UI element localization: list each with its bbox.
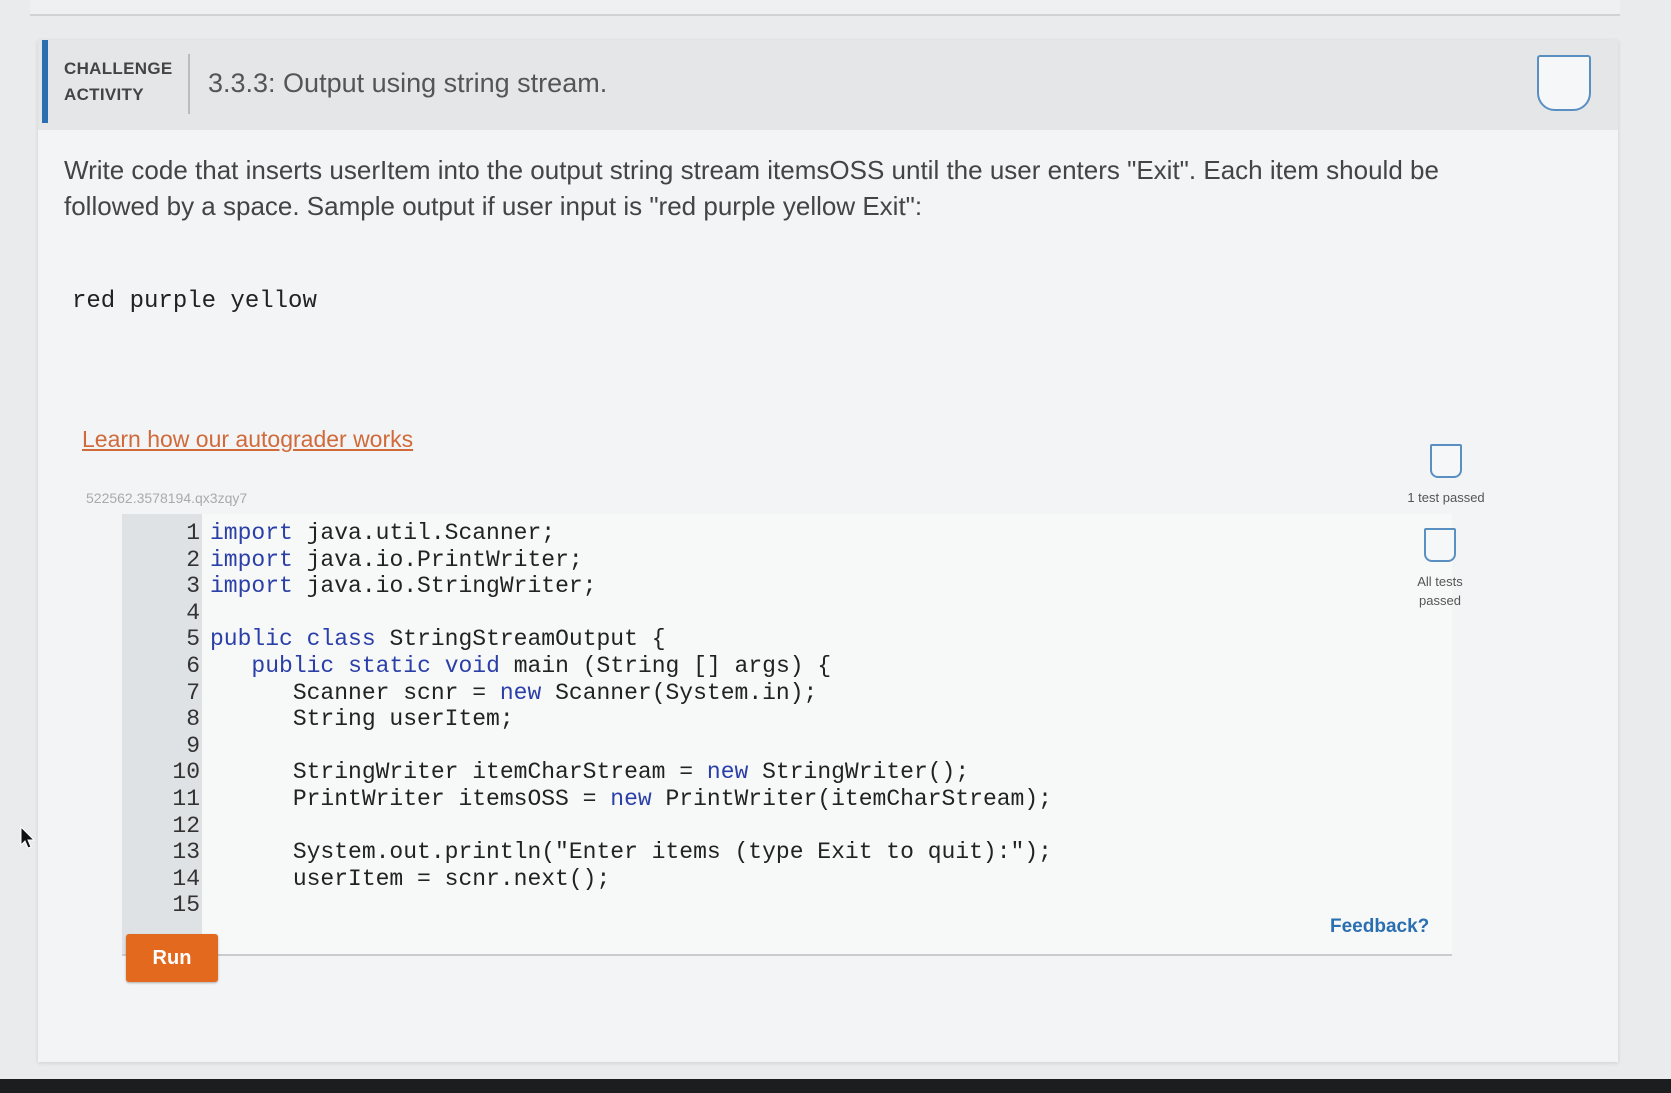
one-test-status-icon: [1430, 444, 1462, 478]
activity-prompt: Write code that inserts userItem into th…: [64, 155, 1439, 221]
code-text[interactable]: import java.io.PrintWriter;: [210, 547, 583, 574]
code-text[interactable]: PrintWriter itemsOSS = new PrintWriter(i…: [210, 786, 1052, 813]
one-test-status-label: 1 test passed: [1407, 490, 1485, 505]
line-number: 15: [172, 892, 200, 919]
code-text[interactable]: String userItem;: [210, 706, 514, 733]
code-text[interactable]: import java.io.StringWriter;: [210, 573, 596, 600]
code-line[interactable]: 10 StringWriter itemCharStream = new Str…: [122, 759, 1422, 786]
code-line[interactable]: 12: [122, 813, 1422, 840]
code-text[interactable]: public static void main (String [] args)…: [210, 653, 831, 680]
code-text[interactable]: userItem = scnr.next();: [210, 866, 610, 893]
code-text[interactable]: System.out.println("Enter items (type Ex…: [210, 839, 1052, 866]
line-number: 5: [186, 626, 200, 653]
code-line[interactable]: 14 userItem = scnr.next();: [122, 866, 1422, 893]
completion-status-icon: [1537, 55, 1591, 111]
code-text[interactable]: public class StringStreamOutput {: [210, 626, 666, 653]
line-number: 14: [172, 865, 200, 892]
line-number: 4: [186, 599, 200, 626]
line-number: 3: [186, 573, 200, 600]
code-line[interactable]: 8 String userItem;: [122, 706, 1422, 733]
code-text[interactable]: StringWriter itemCharStream = new String…: [210, 759, 969, 786]
code-line[interactable]: 5 public class StringStreamOutput {: [122, 626, 1422, 653]
all-tests-status-label: All tests passed: [1417, 574, 1463, 608]
all-tests-status: All tests passed: [1400, 528, 1480, 610]
line-number: 8: [186, 706, 200, 733]
activity-header: CHALLENGE ACTIVITY 3.3.3: Output using s…: [38, 40, 1618, 130]
line-number: 12: [172, 812, 200, 839]
code-line[interactable]: 9: [122, 733, 1422, 760]
mouse-pointer-icon: [20, 826, 36, 849]
sample-output: red purple yellow: [72, 288, 317, 315]
code-line[interactable]: 6 public static void main (String [] arg…: [122, 653, 1422, 680]
one-test-status: 1 test passed: [1406, 444, 1486, 507]
code-text[interactable]: import java.util.Scanner;: [210, 520, 555, 547]
code-line[interactable]: 13 System.out.println("Enter items (type…: [122, 839, 1422, 866]
screen-bottom-bezel: [0, 1079, 1671, 1093]
activity-type-label: CHALLENGE ACTIVITY: [64, 59, 173, 104]
line-number: 11: [172, 786, 200, 812]
code-line[interactable]: 7 Scanner scnr = new Scanner(System.in);: [122, 680, 1422, 707]
code-line[interactable]: 2 import java.io.PrintWriter;: [122, 547, 1422, 574]
header-accent-bar: [42, 40, 48, 123]
code-line[interactable]: 11 PrintWriter itemsOSS = new PrintWrite…: [122, 786, 1422, 813]
line-number: 10: [172, 759, 200, 786]
code-line[interactable]: 1 import java.util.Scanner;: [122, 520, 1422, 547]
all-tests-status-icon: [1424, 528, 1456, 562]
line-number: 6: [186, 653, 200, 679]
autograder-link[interactable]: Learn how our autograder works: [82, 426, 413, 453]
feedback-link[interactable]: Feedback?: [1330, 916, 1429, 938]
line-number: 7: [186, 679, 200, 706]
code-line[interactable]: 4: [122, 600, 1422, 627]
line-number: 2: [186, 546, 200, 573]
previous-card-edge: [30, 0, 1620, 16]
code-text[interactable]: Scanner scnr = new Scanner(System.in);: [210, 680, 818, 707]
code-editor[interactable]: 1 import java.util.Scanner; 2 import java.i…: [122, 514, 1452, 956]
activity-title: 3.3.3: Output using string stream.: [208, 68, 608, 98]
header-divider: [188, 54, 190, 114]
line-number: 1: [186, 520, 200, 546]
run-button[interactable]: Run: [126, 934, 218, 982]
code-line[interactable]: 3 import java.io.StringWriter;: [122, 573, 1422, 600]
line-number: 9: [186, 732, 200, 759]
line-number: 13: [172, 839, 200, 866]
challenge-activity-card: CHALLENGE ACTIVITY 3.3.3: Output using s…: [38, 40, 1618, 1062]
code-line[interactable]: 15: [122, 892, 1422, 919]
activity-id: 522562.3578194.qx3zqy7: [86, 490, 248, 506]
